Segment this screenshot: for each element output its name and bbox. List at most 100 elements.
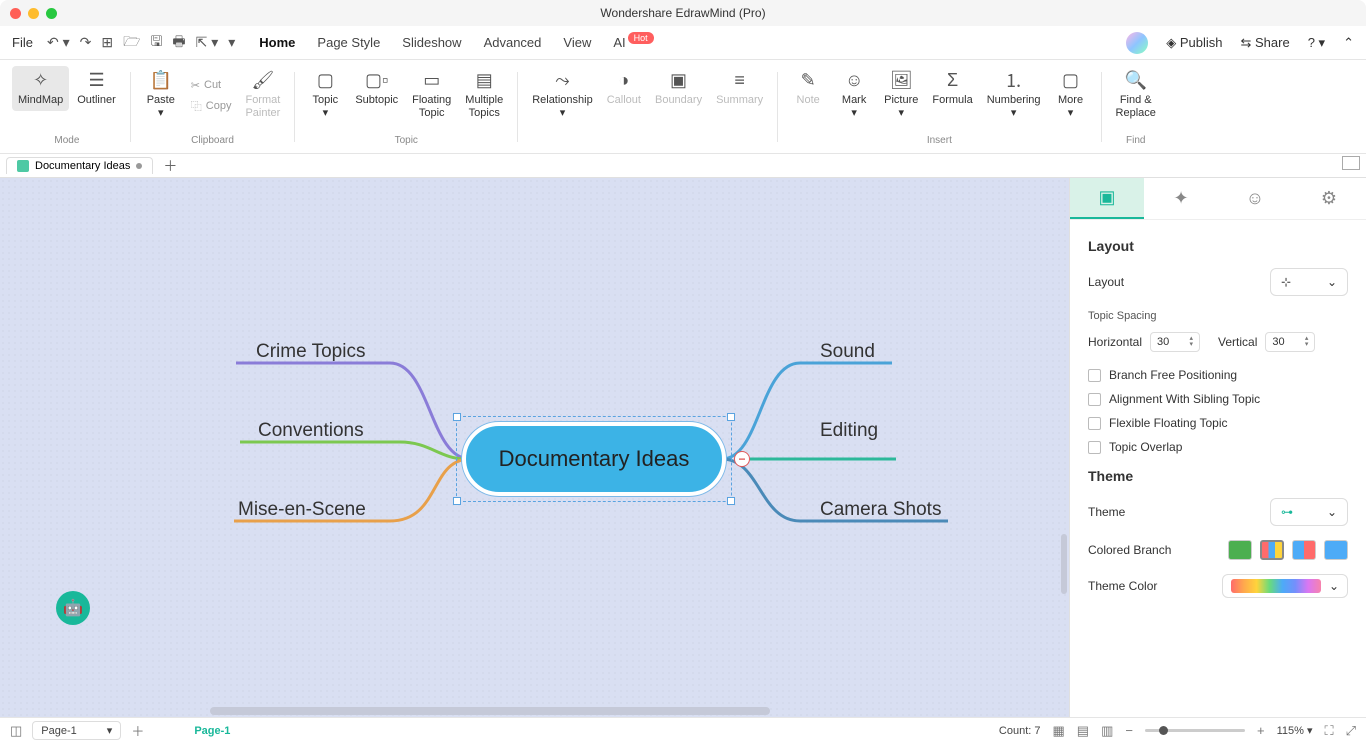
tab-advanced[interactable]: Advanced — [484, 35, 542, 50]
zoom-in-button[interactable]: + — [1257, 723, 1265, 738]
branch-right-3[interactable]: Camera Shots — [820, 499, 941, 521]
rpanel-tab-style[interactable]: ✦ — [1144, 178, 1218, 219]
chevron-down-icon: ⌄ — [1327, 505, 1337, 519]
mark-button[interactable]: ☺Mark▾ — [832, 66, 876, 123]
boundary-button[interactable]: ▣Boundary — [649, 66, 708, 123]
panel-toggle-button[interactable] — [1342, 156, 1360, 170]
branch-left-3[interactable]: Mise-en-Scene — [238, 499, 366, 521]
page-tab[interactable]: Page-1 — [194, 725, 230, 737]
save-button[interactable]: 🖫 — [150, 31, 162, 55]
numbering-button[interactable]: ⒈Numbering▾ — [981, 66, 1047, 123]
horizontal-scrollbar[interactable] — [210, 707, 770, 715]
new-button[interactable]: ⊞ — [101, 34, 113, 51]
titlebar: Wondershare EdrawMind (Pro) — [0, 0, 1366, 26]
view-mode-3[interactable]: ▥ — [1101, 723, 1113, 739]
swatch-4[interactable] — [1324, 540, 1348, 560]
find-group-label: Find — [1126, 135, 1145, 146]
tab-view[interactable]: View — [563, 35, 591, 50]
note-button[interactable]: ✎Note — [786, 66, 830, 123]
page-selector[interactable]: Page-1▾ — [32, 721, 121, 740]
subtopic-button[interactable]: ▢▫Subtopic — [349, 66, 404, 123]
topic-overlap-checkbox[interactable]: Topic Overlap — [1088, 440, 1348, 454]
zoom-out-button[interactable]: − — [1125, 723, 1133, 738]
outline-toggle-button[interactable]: ◫ — [10, 723, 22, 739]
layout-selector[interactable]: ⊹⌄ — [1270, 268, 1348, 296]
central-topic[interactable]: Documentary Ideas — [462, 422, 726, 496]
tab-slideshow[interactable]: Slideshow — [402, 35, 461, 50]
find-replace-button[interactable]: 🔍Find & Replace — [1110, 66, 1162, 123]
undo-button[interactable]: ↶ ▾ — [47, 34, 70, 51]
add-tab-button[interactable]: ＋ — [163, 156, 177, 176]
tab-ai[interactable]: AIHot — [613, 35, 651, 50]
file-menu[interactable]: File — [12, 35, 33, 50]
doc-tab-label: Documentary Ideas — [35, 160, 130, 172]
tab-home[interactable]: Home — [259, 35, 295, 50]
horizontal-spacing-input[interactable]: 30▴▾ — [1150, 332, 1200, 352]
layout-type-icon: ⊹ — [1281, 275, 1291, 289]
summary-button[interactable]: ≡Summary — [710, 66, 769, 123]
vertical-spacing-input[interactable]: 30▴▾ — [1265, 332, 1315, 352]
topic-button[interactable]: ▢Topic▾ — [303, 66, 347, 123]
numbering-icon: ⒈ — [1005, 70, 1023, 90]
format-painter-button[interactable]: 🖌Format Painter — [239, 66, 286, 126]
mindmap-mode-button[interactable]: ✧MindMap — [12, 66, 69, 111]
swatch-3[interactable] — [1292, 540, 1316, 560]
alignment-sibling-checkbox[interactable]: Alignment With Sibling Topic — [1088, 392, 1348, 406]
summary-icon: ≡ — [734, 70, 745, 90]
flexible-floating-checkbox[interactable]: Flexible Floating Topic — [1088, 416, 1348, 430]
print-button[interactable]: 🖶 — [172, 31, 185, 55]
swatch-1[interactable] — [1228, 540, 1252, 560]
open-button[interactable]: 🗁 — [123, 31, 140, 55]
qat-more[interactable]: ▾ — [228, 34, 235, 51]
paste-button[interactable]: 📋Paste▾ — [139, 66, 183, 126]
ai-assistant-button[interactable]: 🤖 — [56, 591, 90, 625]
relationship-icon: ⤳ — [555, 70, 569, 90]
maximize-window-button[interactable] — [46, 8, 57, 19]
branch-free-positioning-checkbox[interactable]: Branch Free Positioning — [1088, 368, 1348, 382]
view-mode-2[interactable]: ▤ — [1077, 723, 1089, 739]
copy-button[interactable]: ⿻Copy — [185, 96, 238, 116]
relationship-button[interactable]: ⤳Relationship▾ — [526, 66, 599, 123]
branch-left-1[interactable]: Crime Topics — [256, 341, 365, 363]
close-window-button[interactable] — [10, 8, 21, 19]
rpanel-tab-icon[interactable]: ☺ — [1218, 178, 1292, 219]
more-insert-button[interactable]: ▢More▾ — [1049, 66, 1093, 123]
canvas-vertical-scrollbar[interactable] — [1061, 534, 1067, 594]
fit-screen-button[interactable]: ⛶ — [1324, 723, 1333, 739]
publish-button[interactable]: ◈ Publish — [1166, 35, 1222, 51]
view-mode-1[interactable]: ▦ — [1053, 723, 1065, 739]
export-button[interactable]: ⇱ ▾ — [196, 34, 219, 51]
colored-branch-swatches — [1228, 540, 1348, 560]
document-tab[interactable]: Documentary Ideas — [6, 157, 153, 174]
branch-left-2[interactable]: Conventions — [258, 420, 364, 442]
multiple-topics-button[interactable]: ▤Multiple Topics — [459, 66, 509, 123]
callout-button[interactable]: ◑Callout — [601, 66, 647, 123]
canvas[interactable]: Documentary Ideas − Crime Topics Convent… — [0, 178, 1069, 717]
theme-selector[interactable]: ⊶⌄ — [1270, 498, 1348, 526]
collapse-branch-button[interactable]: − — [734, 451, 750, 467]
collapse-ribbon-button[interactable]: ⌃ — [1343, 35, 1354, 51]
document-tabs: Documentary Ideas ＋ — [0, 154, 1366, 178]
floating-topic-button[interactable]: ▭Floating Topic — [406, 66, 457, 123]
rpanel-tab-layout[interactable]: ▣ — [1070, 178, 1144, 219]
user-avatar[interactable] — [1126, 32, 1148, 54]
picture-button[interactable]: 🖼Picture▾ — [878, 66, 924, 123]
share-button[interactable]: ⇆ Share — [1241, 35, 1290, 51]
fullscreen-button[interactable]: ⤢ — [1346, 723, 1356, 739]
window-controls — [10, 8, 57, 19]
add-page-button[interactable]: ＋ — [131, 721, 144, 740]
cut-button[interactable]: ✂Cut — [185, 77, 238, 94]
zoom-slider[interactable] — [1145, 729, 1245, 732]
outliner-mode-button[interactable]: ☰Outliner — [71, 66, 122, 111]
tab-page-style[interactable]: Page Style — [317, 35, 380, 50]
redo-button[interactable]: ↷ — [80, 34, 92, 51]
branch-right-1[interactable]: Sound — [820, 341, 875, 363]
formula-button[interactable]: ΣFormula — [926, 66, 978, 123]
theme-color-selector[interactable]: ⌄ — [1222, 574, 1348, 598]
help-button[interactable]: ? ▾ — [1308, 35, 1325, 51]
rpanel-tab-settings[interactable]: ⚙ — [1292, 178, 1366, 219]
swatch-2[interactable] — [1260, 540, 1284, 560]
zoom-level[interactable]: 115% ▾ — [1277, 724, 1313, 737]
branch-right-2[interactable]: Editing — [820, 420, 878, 442]
minimize-window-button[interactable] — [28, 8, 39, 19]
